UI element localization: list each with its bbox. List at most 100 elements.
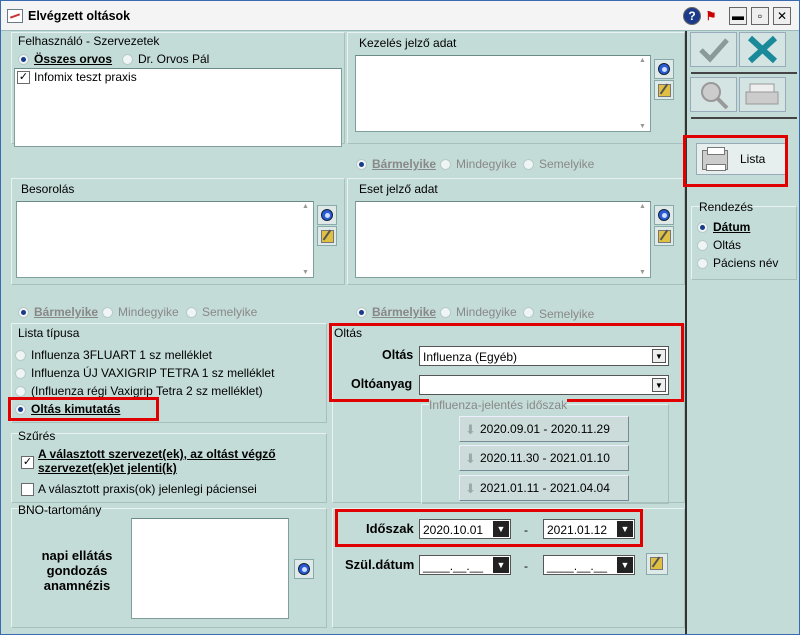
lista-option-1: Influenza 3FLUART 1 sz melléklet bbox=[31, 348, 212, 362]
rendezes-label: Rendezés bbox=[699, 200, 754, 214]
arrow-down-icon: ⬇ bbox=[465, 481, 476, 496]
kezeles-radio-any[interactable] bbox=[356, 159, 367, 170]
chevron-down-icon[interactable]: ▼ bbox=[617, 557, 633, 573]
period-label: Influenza-jelentés időszak bbox=[429, 398, 568, 412]
lista-radio-1[interactable] bbox=[15, 350, 26, 361]
szul-label: Szül.dátum bbox=[345, 557, 415, 572]
eset-radio-any[interactable] bbox=[356, 307, 367, 318]
highlight-oltas-kimutatas bbox=[8, 397, 159, 421]
szures-option-2: A választott praxis(ok) jelenlegi pácien… bbox=[38, 482, 257, 496]
kezeles-listbox[interactable] bbox=[355, 55, 651, 132]
kezeles-all-label: Mindegyike bbox=[456, 157, 517, 171]
szervezet-listbox[interactable]: ✓ Infomix teszt praxis bbox=[14, 68, 342, 147]
period-button-3[interactable]: ⬇ 2021.01.11 - 2021.04.04 bbox=[459, 475, 629, 501]
besorolas-radio-none[interactable] bbox=[186, 307, 197, 318]
sort-radio-oltas[interactable] bbox=[697, 240, 708, 251]
besorolas-label: Besorolás bbox=[21, 182, 75, 196]
lista-radio-2[interactable] bbox=[15, 368, 26, 379]
scrollbar[interactable] bbox=[637, 203, 649, 276]
eset-none-label: Semelyike bbox=[539, 307, 595, 321]
szervezet-list-item: Infomix teszt praxis bbox=[34, 70, 137, 84]
besorolas-radio-any[interactable] bbox=[18, 307, 29, 318]
besorolas-search-button[interactable] bbox=[317, 205, 337, 225]
cancel-button[interactable] bbox=[739, 32, 786, 67]
besorolas-listbox[interactable] bbox=[16, 201, 314, 278]
szures-checkbox-1[interactable]: ✓ bbox=[21, 456, 34, 469]
besorolas-none-label: Semelyike bbox=[202, 305, 258, 319]
window-title: Elvégzett oltások bbox=[28, 9, 131, 23]
eset-radio-none[interactable] bbox=[523, 307, 534, 318]
scrollbar[interactable] bbox=[637, 57, 649, 130]
kezeles-any-label: Bármelyike bbox=[372, 157, 437, 171]
eset-label: Eset jelző adat bbox=[359, 182, 438, 196]
besorolas-radio-all[interactable] bbox=[102, 307, 113, 318]
period-button-3-label: 2021.01.11 - 2021.04.04 bbox=[480, 481, 610, 495]
eset-any-label: Bármelyike bbox=[372, 305, 437, 319]
bno-search-button[interactable] bbox=[294, 559, 314, 579]
help-icon[interactable]: ? bbox=[683, 7, 701, 25]
scrollbar[interactable] bbox=[300, 203, 312, 276]
separator bbox=[691, 72, 797, 74]
period-button-2[interactable]: ⬇ 2020.11.30 - 2021.01.10 bbox=[459, 445, 629, 471]
szul-to-value: ____.__.__ bbox=[547, 559, 608, 573]
szul-dash: - bbox=[524, 559, 528, 573]
radio-dr-orvos-label: Dr. Orvos Pál bbox=[138, 52, 210, 66]
sort-option-paciens: Páciens név bbox=[713, 256, 779, 270]
separator bbox=[691, 117, 797, 119]
preview-button[interactable] bbox=[690, 77, 737, 112]
maximize-button[interactable]: ▫ bbox=[751, 7, 769, 25]
arrow-down-icon: ⬇ bbox=[465, 451, 476, 466]
edit-icon bbox=[658, 84, 671, 97]
sort-radio-datum[interactable] bbox=[697, 222, 708, 233]
period-button-1[interactable]: ⬇ 2020.09.01 - 2020.11.29 bbox=[459, 416, 629, 442]
highlight-lista bbox=[683, 135, 788, 187]
besorolas-all-label: Mindegyike bbox=[118, 305, 179, 319]
radio-dr-orvos[interactable] bbox=[122, 54, 133, 65]
eset-edit-button[interactable] bbox=[654, 226, 674, 246]
eset-search-button[interactable] bbox=[654, 205, 674, 225]
bno-label: BNO-tartomány bbox=[18, 503, 102, 517]
kezeles-none-label: Semelyike bbox=[539, 157, 595, 171]
lista-radio-3[interactable] bbox=[15, 386, 26, 397]
eset-radio-all[interactable] bbox=[440, 307, 451, 318]
szures-checkbox-2[interactable] bbox=[21, 483, 34, 496]
felhasznalo-label: Felhasználó - Szervezetek bbox=[18, 34, 160, 48]
arrow-down-icon: ⬇ bbox=[465, 422, 476, 437]
kezeles-radio-all[interactable] bbox=[440, 159, 451, 170]
kezeles-search-button[interactable] bbox=[654, 59, 674, 79]
cancel-icon bbox=[747, 35, 778, 64]
besorolas-edit-button[interactable] bbox=[317, 226, 337, 246]
lista-option-2: Influenza ÚJ VAXIGRIP TETRA 1 sz mellékl… bbox=[31, 366, 275, 380]
kezeles-label: Kezelés jelző adat bbox=[359, 36, 457, 50]
radio-osszes-orvos[interactable] bbox=[18, 54, 29, 65]
szures-label: Szűrés bbox=[18, 429, 56, 443]
bno-text-2: gondozás bbox=[46, 563, 108, 578]
eset-all-label: Mindegyike bbox=[456, 305, 517, 319]
highlight-oltas bbox=[329, 323, 684, 402]
minimize-button[interactable]: ▬ bbox=[729, 7, 747, 25]
clear-date-button[interactable] bbox=[646, 553, 668, 575]
pin-icon[interactable]: ⚑ bbox=[702, 7, 720, 25]
chevron-down-icon[interactable]: ▼ bbox=[493, 557, 509, 573]
bno-text-1: napi ellátás bbox=[41, 548, 113, 563]
search-icon bbox=[298, 563, 310, 575]
search-icon bbox=[658, 209, 670, 221]
right-panel: Lista Rendezés Dátum Oltás Páciens név bbox=[683, 31, 799, 634]
period-button-1-label: 2020.09.01 - 2020.11.29 bbox=[480, 422, 610, 436]
close-button[interactable]: ✕ bbox=[773, 7, 791, 25]
szul-from-field[interactable]: ____.__.__ ▼ bbox=[419, 555, 511, 575]
highlight-idoszak bbox=[335, 509, 643, 547]
kezeles-radio-none[interactable] bbox=[523, 159, 534, 170]
kezeles-edit-button[interactable] bbox=[654, 80, 674, 100]
bno-listbox[interactable] bbox=[131, 518, 289, 619]
szul-from-value: ____.__.__ bbox=[423, 559, 484, 573]
sort-radio-paciens[interactable] bbox=[697, 258, 708, 269]
ok-button[interactable] bbox=[690, 32, 737, 67]
print-button[interactable] bbox=[739, 77, 786, 112]
app-icon bbox=[7, 9, 23, 23]
szul-to-field[interactable]: ____.__.__ ▼ bbox=[543, 555, 635, 575]
eset-listbox[interactable] bbox=[355, 201, 651, 278]
szervezet-checkbox[interactable]: ✓ bbox=[17, 71, 30, 84]
besorolas-any-label: Bármelyike bbox=[34, 305, 99, 319]
sort-option-datum: Dátum bbox=[713, 220, 751, 234]
